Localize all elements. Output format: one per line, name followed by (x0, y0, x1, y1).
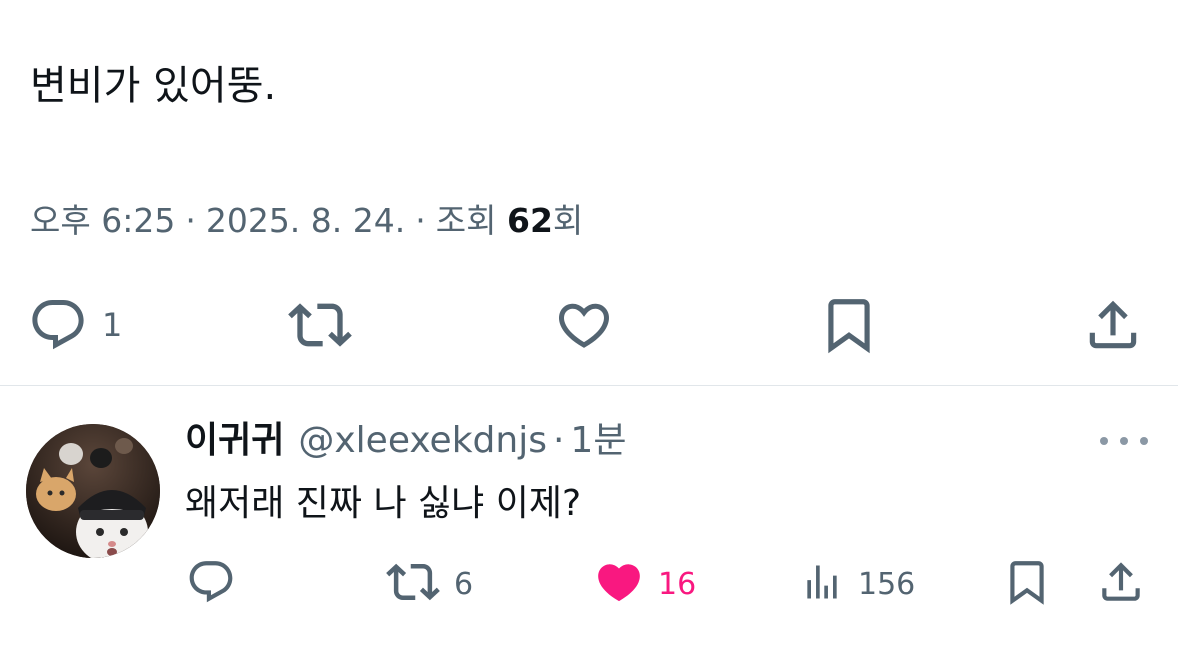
views-label: 조회 (435, 201, 497, 240)
meta-separator: · (415, 201, 426, 240)
like-filled-icon (594, 557, 644, 611)
retweet-icon (288, 293, 352, 357)
reply-icon (186, 557, 236, 611)
reply-time[interactable]: 1분 (570, 420, 626, 461)
more-button[interactable] (1100, 426, 1148, 456)
reply-text: 왜저래 진짜 나 싫냐 이제? (185, 483, 582, 524)
post-time[interactable]: 오후 6:25 (30, 201, 175, 240)
retweet-icon (386, 555, 440, 613)
bookmark-icon (1002, 557, 1052, 611)
reply-retweet-count: 6 (454, 566, 474, 602)
reply-icon (28, 295, 88, 355)
reply-like-count: 16 (658, 566, 697, 602)
reply-author-name[interactable]: 이귀귀 (185, 420, 284, 461)
reply-bookmark-button[interactable] (1002, 556, 1052, 612)
reply-button[interactable]: 1 (28, 290, 122, 360)
avatar[interactable] (26, 424, 160, 558)
more-icon-dot (1120, 437, 1128, 445)
reply-share-button[interactable] (1096, 556, 1146, 612)
avatar-image (26, 424, 160, 558)
views-suffix: 회 (552, 201, 584, 240)
divider (0, 385, 1178, 386)
post-date[interactable]: 2025. 8. 24. (206, 201, 405, 240)
reply-action-bar: 6 16 156 (0, 556, 1178, 612)
reply-author-handle[interactable]: @xleexekdnjs (298, 420, 547, 461)
views-count[interactable]: 62 (507, 201, 553, 240)
more-icon (1100, 437, 1108, 445)
retweet-button[interactable] (288, 290, 352, 360)
like-icon (554, 295, 614, 355)
like-button[interactable] (554, 290, 614, 360)
reply-header: 이귀귀 @xleexekdnjs · 1분 (185, 415, 626, 467)
bookmark-button[interactable] (818, 290, 880, 360)
views-icon (800, 560, 844, 608)
reply-views-count: 156 (858, 566, 916, 602)
reply-separator: · (552, 420, 565, 461)
bookmark-icon (818, 294, 880, 356)
post-action-bar: 1 (0, 290, 1178, 360)
share-button[interactable] (1082, 290, 1144, 360)
share-icon (1096, 557, 1146, 611)
reply-views-button[interactable]: 156 (800, 556, 915, 612)
meta-separator: · (185, 201, 196, 240)
reply-reply-button[interactable] (186, 556, 236, 612)
post-text: 변비가 있어뚱. (30, 63, 277, 109)
reply-like-button[interactable]: 16 (594, 556, 696, 612)
reply-count: 1 (102, 306, 123, 344)
post-meta: 오후 6:25 · 2025. 8. 24. · 조회 62회 (30, 198, 583, 244)
reply-retweet-button[interactable]: 6 (386, 556, 473, 612)
more-icon-dot (1140, 437, 1148, 445)
share-icon (1082, 294, 1144, 356)
